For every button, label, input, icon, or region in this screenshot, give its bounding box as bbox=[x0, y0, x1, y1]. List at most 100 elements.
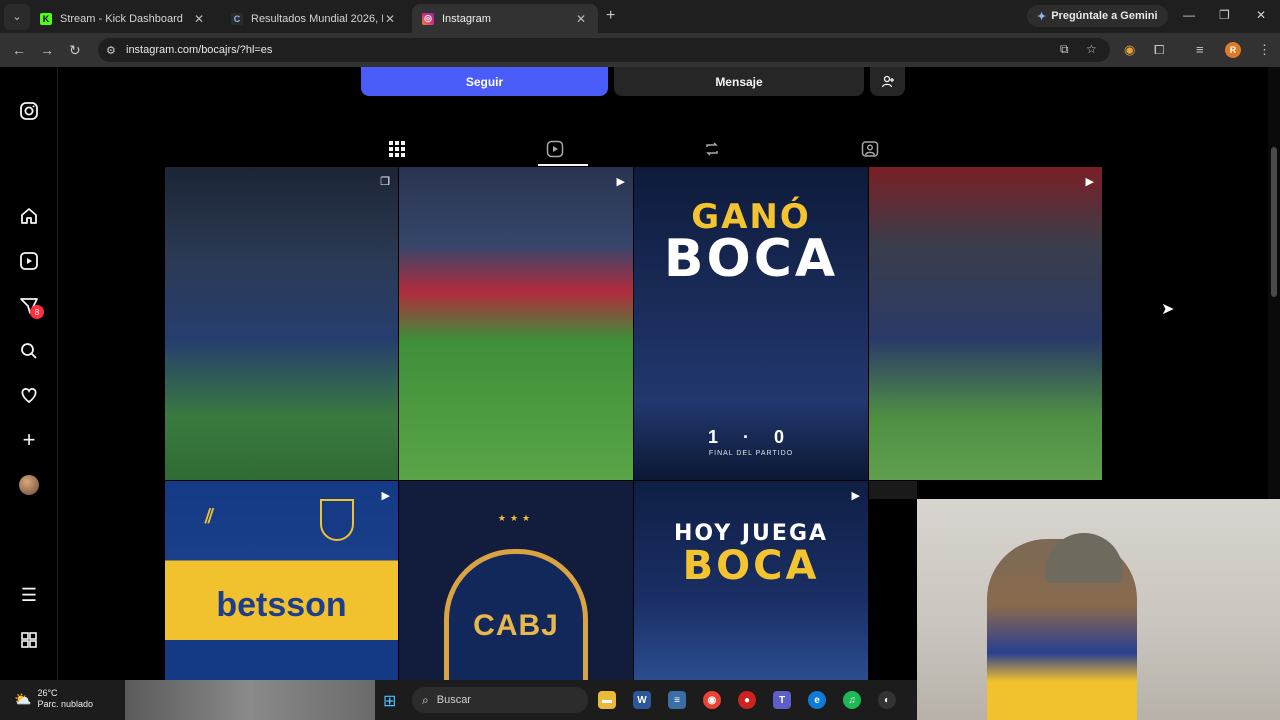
scrollbar-thumb[interactable] bbox=[1271, 147, 1277, 297]
create-plus-icon[interactable]: + bbox=[18, 427, 40, 452]
site-favicon-icon: C bbox=[231, 12, 243, 25]
close-tab-icon[interactable]: ✕ bbox=[192, 12, 206, 26]
close-tab-icon[interactable]: ✕ bbox=[574, 12, 588, 26]
close-window-icon[interactable]: ✕ bbox=[1256, 8, 1266, 22]
restore-window-icon[interactable]: ❐ bbox=[1219, 8, 1230, 22]
weather-condition-text: Parc. nublado bbox=[37, 699, 93, 709]
reels-icon[interactable] bbox=[18, 250, 40, 272]
browser-toolbar: ← → ↻ ⚙ instagram.com/bocajrs/?hl=es ⧉ ☆ bbox=[0, 33, 1280, 67]
post-thumbnail[interactable]: ▶ bbox=[399, 167, 633, 480]
minimize-window-icon[interactable]: — bbox=[1183, 8, 1195, 22]
windows-start-icon[interactable]: ⊞ bbox=[383, 691, 401, 710]
tab-search-menu-button[interactable]: ⌄ bbox=[4, 3, 30, 30]
extensions-puzzle-icon[interactable]: ⧠ bbox=[1154, 42, 1164, 58]
post-headline: BOCA bbox=[682, 543, 820, 589]
search-label: Buscar bbox=[436, 694, 471, 706]
score-home: 1 bbox=[707, 427, 728, 447]
site-info-icon[interactable]: ⚙ bbox=[106, 44, 120, 57]
instagram-sidebar: 8 + ☰ bbox=[0, 67, 58, 680]
gemini-button[interactable]: ✦ Pregúntale a Gemini bbox=[1027, 5, 1168, 27]
score-away: 0 bbox=[774, 427, 795, 447]
install-app-icon[interactable]: ⧉ bbox=[1060, 42, 1069, 57]
forward-arrow-icon[interactable]: → bbox=[40, 42, 54, 58]
tab-resultados-mundial[interactable]: C Resultados Mundial 2026, Fútbol ✕ bbox=[221, 4, 407, 33]
reel-icon: ▶ bbox=[1085, 176, 1094, 188]
chrome-icon[interactable]: ◉ bbox=[703, 691, 721, 709]
carousel-icon: ❐ bbox=[380, 176, 390, 188]
taskbar-search[interactable]: ⌕ Buscar bbox=[412, 687, 588, 713]
more-menu-icon[interactable]: ☰ bbox=[18, 584, 40, 606]
post-thumbnail[interactable]: GANÓ BOCA 1 · 0 FINAL DEL PARTIDO bbox=[634, 167, 868, 480]
post-thumbnail[interactable] bbox=[869, 481, 917, 499]
search-icon: ⌕ bbox=[422, 692, 429, 707]
message-button[interactable]: Mensaje bbox=[614, 67, 864, 96]
post-caption: FINAL DEL PARTIDO bbox=[708, 450, 794, 457]
active-tab-indicator bbox=[538, 164, 588, 166]
home-icon[interactable] bbox=[18, 205, 40, 227]
profile-avatar[interactable] bbox=[19, 475, 39, 495]
file-explorer-icon[interactable]: ▬ bbox=[598, 691, 616, 709]
adidas-logo-icon: ⫽ bbox=[205, 506, 214, 528]
search-icon[interactable] bbox=[18, 340, 40, 362]
stars-text: ★★★ bbox=[497, 513, 535, 523]
profile-content-tabs bbox=[165, 130, 1102, 166]
profile-avatar-button[interactable]: R bbox=[1225, 42, 1241, 58]
post-thumbnail[interactable]: ▶ ⫽ betsson bbox=[165, 481, 398, 680]
reel-icon: ▶ bbox=[616, 176, 625, 188]
follow-button[interactable]: Seguir bbox=[361, 67, 608, 96]
notifications-heart-icon[interactable] bbox=[18, 384, 40, 406]
post-thumbnail[interactable]: ★★★ CABJ bbox=[399, 481, 633, 680]
spotify-icon[interactable]: ♫ bbox=[843, 691, 861, 709]
weather-widget[interactable]: ⛅ 26°C Parc. nublado bbox=[14, 688, 93, 710]
gemini-label: Pregúntale a Gemini bbox=[1051, 10, 1158, 22]
browser-tab-bar: ⌄ K Stream - Kick Dashboard ✕ C Resultad… bbox=[0, 0, 1280, 33]
post-headline: BOCA bbox=[663, 229, 839, 289]
tab-instagram[interactable]: ◎ Instagram ✕ bbox=[412, 4, 598, 33]
teams-icon[interactable]: T bbox=[773, 691, 791, 709]
sponsor-text: betsson bbox=[216, 586, 347, 624]
reel-icon: ▶ bbox=[851, 490, 860, 502]
tab-title: Resultados Mundial 2026, Fútbol bbox=[251, 12, 383, 25]
reposts-tab-icon[interactable] bbox=[701, 138, 723, 160]
messages-count-badge: 8 bbox=[30, 305, 44, 319]
url-text[interactable]: instagram.com/bocajrs/?hl=es bbox=[126, 44, 272, 56]
gemini-sparkle-icon: ✦ bbox=[1037, 10, 1047, 23]
tab-title: Instagram bbox=[442, 12, 491, 25]
media-controls-icon[interactable]: ≡ bbox=[1196, 42, 1204, 57]
posts-grid-icon[interactable] bbox=[386, 138, 408, 160]
post-thumbnail[interactable]: ❐ bbox=[165, 167, 398, 480]
taskbar-background-strip bbox=[125, 680, 375, 720]
tagged-tab-icon[interactable] bbox=[859, 138, 881, 160]
kick-favicon-icon: K bbox=[40, 12, 52, 25]
club-crest-icon bbox=[320, 499, 354, 541]
reels-tab-icon[interactable] bbox=[544, 138, 566, 160]
new-tab-plus-icon[interactable]: + bbox=[606, 7, 615, 25]
more-menu-icon[interactable]: ⋮ bbox=[1258, 42, 1271, 58]
obs-icon[interactable]: ◐ bbox=[878, 691, 896, 709]
crest-text: CABJ bbox=[473, 609, 559, 642]
add-person-icon[interactable] bbox=[870, 67, 905, 96]
webcam-overlay bbox=[917, 499, 1280, 720]
tab-kick-dashboard[interactable]: K Stream - Kick Dashboard ✕ bbox=[30, 4, 216, 33]
edge-icon[interactable]: e bbox=[808, 691, 826, 709]
instagram-favicon-icon: ◎ bbox=[422, 12, 434, 25]
reel-icon: ▶ bbox=[381, 490, 390, 502]
close-tab-icon[interactable]: ✕ bbox=[383, 12, 397, 26]
post-thumbnail[interactable]: ▶ HOY JUEGA BOCA bbox=[634, 481, 868, 680]
windows-taskbar: ⛅ 26°C Parc. nublado ⊞ ⌕ Buscar ▬ W ≡ ◉ … bbox=[0, 680, 917, 720]
match-score: 1 · 0 bbox=[707, 427, 795, 447]
extension-color-icon[interactable]: ◉ bbox=[1124, 42, 1135, 58]
meta-apps-icon[interactable] bbox=[18, 629, 40, 651]
notepad-icon[interactable]: ≡ bbox=[668, 691, 686, 709]
bookmark-star-icon[interactable]: ☆ bbox=[1086, 42, 1097, 56]
partly-cloudy-icon: ⛅ bbox=[14, 690, 32, 707]
temperature-text: 26°C bbox=[37, 688, 58, 698]
post-thumbnail[interactable]: ▶ bbox=[869, 167, 1102, 480]
address-bar[interactable]: ⚙ instagram.com/bocajrs/?hl=es ⧉ ☆ bbox=[98, 38, 1110, 62]
word-icon[interactable]: W bbox=[633, 691, 651, 709]
instagram-logo-icon[interactable] bbox=[18, 100, 40, 122]
tab-title: Stream - Kick Dashboard bbox=[60, 12, 183, 25]
recorder-icon[interactable]: ● bbox=[738, 691, 756, 709]
reload-icon[interactable]: ↻ bbox=[69, 42, 81, 59]
back-arrow-icon[interactable]: ← bbox=[12, 42, 26, 58]
